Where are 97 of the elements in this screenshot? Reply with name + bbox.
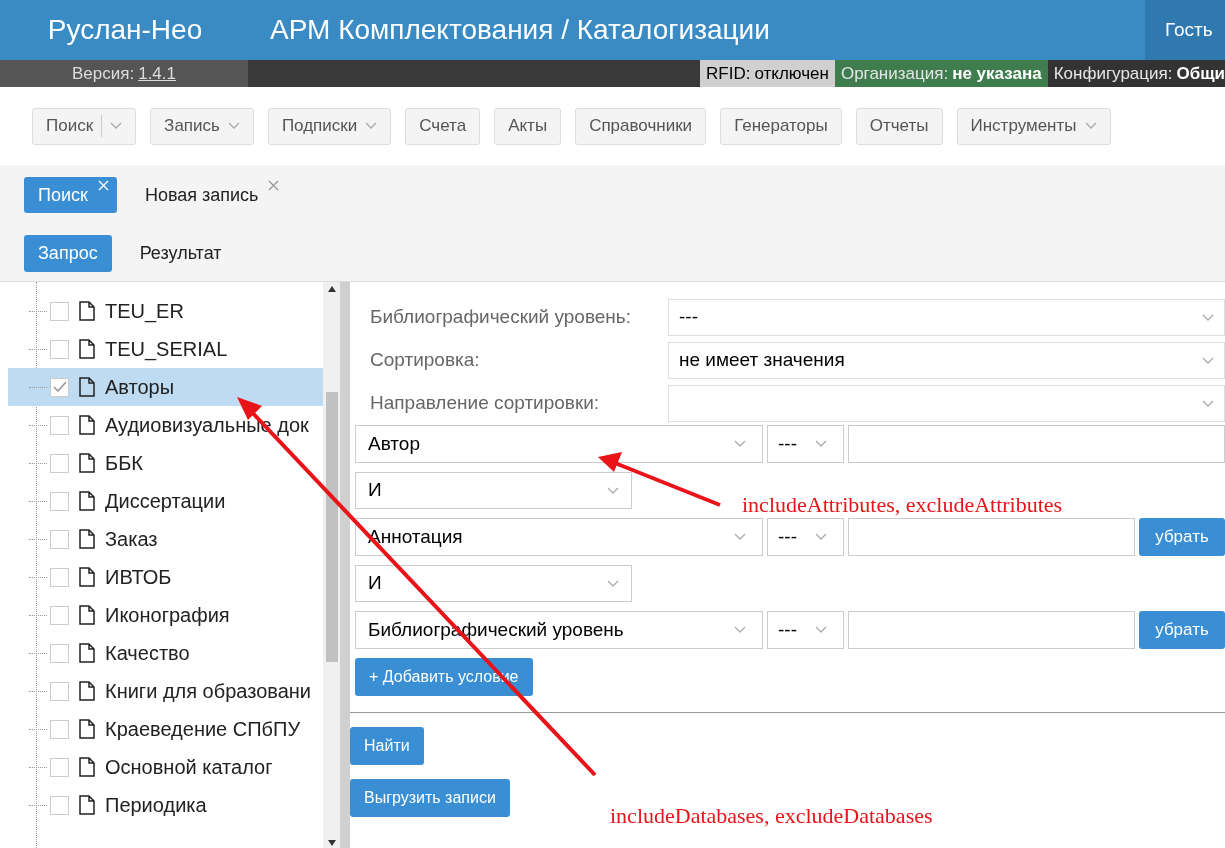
document-icon <box>79 567 95 587</box>
chevron-down-icon <box>1202 399 1214 408</box>
checkbox[interactable] <box>50 339 69 359</box>
database-item[interactable]: Заказ <box>8 520 323 558</box>
tab[interactable]: Новая запись <box>130 177 288 213</box>
chevron-down-icon <box>1202 313 1214 322</box>
chevron-down-icon <box>227 122 240 130</box>
field-label: Библиографический уровень: <box>370 305 632 330</box>
document-icon <box>79 453 95 473</box>
version-link[interactable]: 1.4.1 <box>138 60 176 87</box>
document-icon <box>79 757 95 777</box>
app-name: Руслан-Нео <box>47 13 203 47</box>
annotation-text: includeAttributes, excludeAttributes <box>742 491 1063 519</box>
annotation-text: includeDatabases, excludeDatabases <box>610 802 933 830</box>
toolbar-button[interactable]: Подписки <box>267 107 392 145</box>
organization-status: Организация: не указана <box>834 60 1048 87</box>
checkbox[interactable] <box>50 415 69 435</box>
tab[interactable]: Результат <box>125 235 236 272</box>
select-field[interactable]: Автор <box>355 425 763 463</box>
document-icon <box>79 339 95 359</box>
database-item[interactable]: TEU_SERIAL <box>8 330 323 368</box>
chevron-down-icon <box>734 440 746 448</box>
toolbar-button[interactable]: Отчеты <box>855 107 943 145</box>
database-item[interactable]: Краеведение СПбПУ <box>8 710 323 748</box>
toolbar-button[interactable]: Счета <box>405 107 481 145</box>
checkbox[interactable] <box>50 757 69 777</box>
select-field[interactable]: И <box>355 565 632 602</box>
database-item[interactable]: Авторы <box>8 368 323 406</box>
chevron-down-icon <box>1202 356 1214 365</box>
chevron-down-icon <box>734 626 746 634</box>
input-field[interactable] <box>848 611 1135 649</box>
input-field[interactable] <box>848 425 1225 463</box>
toolbar-button[interactable]: Инструменты <box>956 107 1111 145</box>
document-icon <box>79 377 95 397</box>
document-icon <box>79 681 95 701</box>
select-field[interactable]: --- <box>767 425 844 463</box>
toolbar-button[interactable]: Запись <box>150 107 254 145</box>
checkbox[interactable] <box>50 605 69 625</box>
database-item[interactable]: ИВТОБ <box>8 558 323 596</box>
checkbox[interactable] <box>50 795 69 815</box>
configuration-status: Конфигурация: Общи <box>1047 60 1225 87</box>
database-item[interactable]: Периодика <box>8 786 323 824</box>
checkbox[interactable] <box>50 529 69 549</box>
toolbar-button[interactable]: Справочники <box>575 107 707 145</box>
scroll-up-icon[interactable] <box>327 286 336 292</box>
checkbox[interactable] <box>50 567 69 587</box>
select-field[interactable]: --- <box>767 518 844 556</box>
window-title: АРМ Комплектования / Каталогизации <box>270 13 770 47</box>
select-field[interactable]: не имеет значения <box>668 342 1225 379</box>
checkbox[interactable] <box>50 681 69 701</box>
chevron-down-icon <box>815 626 827 634</box>
chevron-down-icon <box>1084 122 1097 130</box>
database-item[interactable]: Основной каталог <box>8 748 323 786</box>
database-item[interactable]: ББК <box>8 444 323 482</box>
document-icon <box>79 415 95 435</box>
checkbox[interactable] <box>50 491 69 511</box>
input-field[interactable] <box>848 518 1135 556</box>
version-label: Версия: <box>72 62 135 85</box>
database-item[interactable]: TEU_ER <box>8 292 323 330</box>
field-label: Направление сортировки: <box>370 391 601 416</box>
rfid-status: RFID: отключен <box>700 60 835 87</box>
close-icon[interactable] <box>268 180 280 191</box>
toolbar-button[interactable]: Генераторы <box>720 107 842 145</box>
checkbox[interactable] <box>50 643 69 663</box>
document-icon <box>79 719 95 739</box>
database-item[interactable]: Диссертации <box>8 482 323 520</box>
user-name: Гость <box>1165 17 1213 42</box>
chevron-down-icon <box>110 122 123 130</box>
scroll-down-icon[interactable] <box>327 840 336 846</box>
checkbox[interactable] <box>50 377 69 397</box>
chevron-down-icon <box>607 579 619 588</box>
chevron-down-icon <box>734 533 746 541</box>
document-icon <box>79 301 95 321</box>
chevron-down-icon <box>365 122 378 130</box>
select-field[interactable]: И <box>355 472 632 509</box>
toolbar-button[interactable]: Акты <box>494 107 562 145</box>
database-item[interactable]: Книги для образовани <box>8 672 323 710</box>
scrollbar[interactable] <box>323 282 340 848</box>
database-item[interactable]: Иконография <box>8 596 323 634</box>
document-icon <box>79 795 95 815</box>
checkbox[interactable] <box>50 719 69 739</box>
database-item[interactable]: Качество <box>8 634 323 672</box>
document-icon <box>79 643 95 663</box>
select-field[interactable] <box>668 385 1225 422</box>
checkbox[interactable] <box>50 301 69 321</box>
select-field[interactable]: --- <box>668 299 1225 336</box>
checkmark-icon <box>52 381 67 393</box>
field-label: Сортировка: <box>370 348 481 373</box>
toolbar-button[interactable]: Поиск <box>32 107 137 145</box>
document-icon <box>79 491 95 511</box>
chevron-down-icon <box>815 533 827 541</box>
checkbox[interactable] <box>50 453 69 473</box>
document-icon <box>79 605 95 625</box>
chevron-down-icon <box>607 486 619 495</box>
select-field[interactable]: --- <box>767 611 844 649</box>
chevron-down-icon <box>815 440 827 448</box>
document-icon <box>79 529 95 549</box>
